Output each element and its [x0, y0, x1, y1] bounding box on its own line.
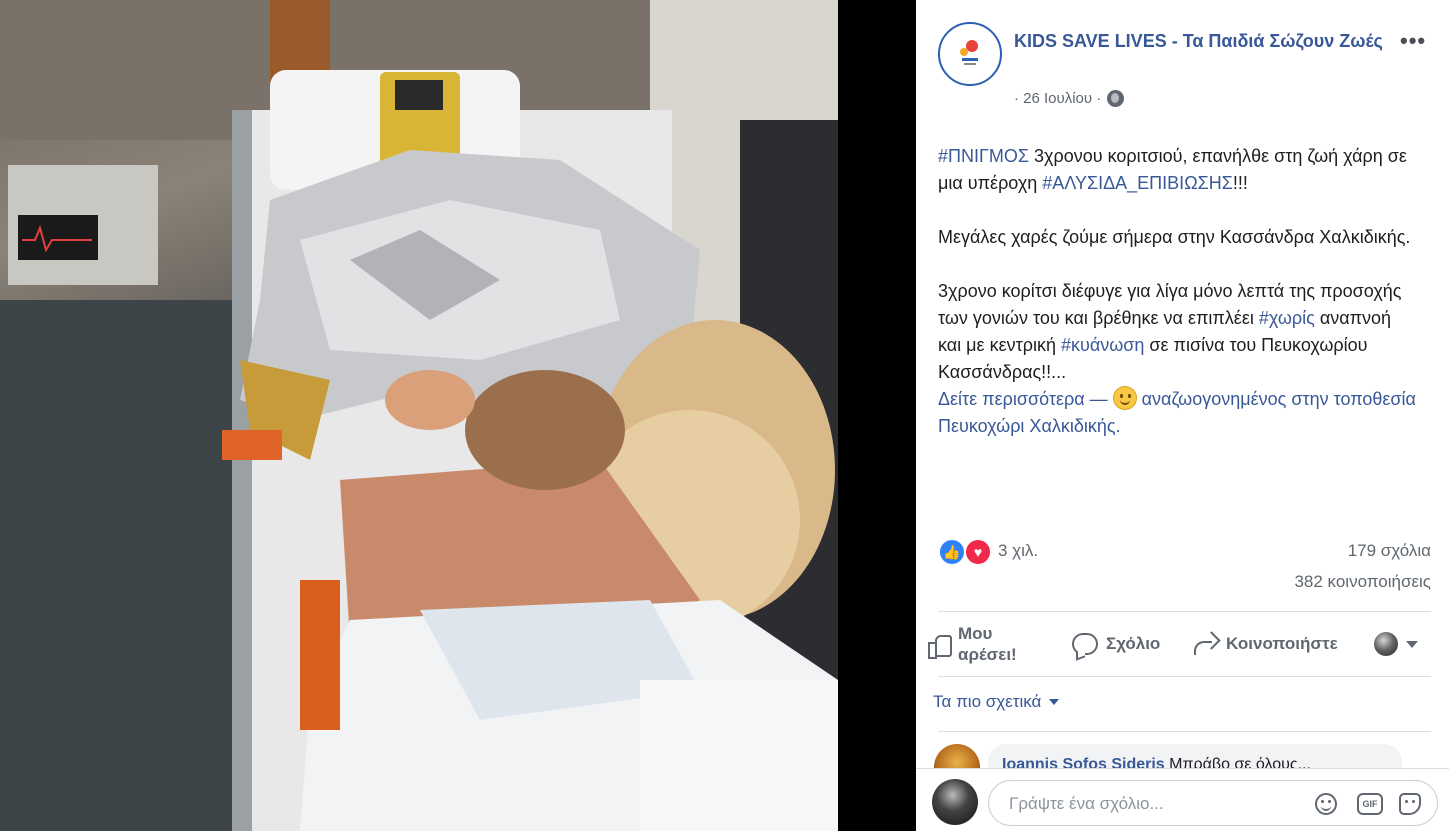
shares-count[interactable]: 382 κοινοποιήσεις — [1294, 572, 1431, 592]
globe-icon[interactable] — [1107, 90, 1125, 107]
hashtag-link[interactable]: #κυάνωση — [1061, 335, 1144, 355]
post-stats: 👍 ♥ 3 χιλ. 179 σχόλια 382 κοινοποιήσεις — [938, 536, 1431, 606]
post-paragraph-1: #ΠΝΙΓΜΟΣ 3χρονου κοριτσιού, επανήλθε στη… — [938, 143, 1418, 197]
photo-illustration — [0, 0, 838, 831]
reaction-as-selector[interactable] — [1374, 618, 1418, 670]
post-text: . — [1115, 416, 1121, 436]
caret-icon — [1049, 699, 1060, 705]
emoji-icon[interactable] — [1315, 793, 1337, 815]
sticker-icon[interactable] — [1399, 793, 1421, 815]
like-icon: 👍 — [938, 538, 966, 566]
caret-icon — [1406, 640, 1418, 648]
comment-composer: Γράψτε ένα σχόλιο... GIF — [916, 768, 1449, 831]
bubble-icon — [1072, 633, 1098, 655]
post-paragraph-2: Μεγάλες χαρές ζούμε σήμερα στην Κασσάνδρ… — [938, 227, 1411, 247]
reaction-count[interactable]: 3 χιλ. — [998, 541, 1038, 561]
post-actions: Μου αρέσει! Σχόλιο Κοινοποιήστε — [928, 618, 1438, 670]
like-button-label: Μου αρέσει! — [958, 624, 1017, 664]
post-header: KIDS SAVE LIVES - Τα Παιδιά Σώζουν Ζωές … — [938, 22, 1438, 122]
comment-placeholder: Γράψτε ένα σχόλιο... — [1009, 794, 1164, 813]
comments-count[interactable]: 179 σχόλια — [1348, 541, 1431, 561]
divider — [938, 731, 1431, 732]
post-body: #ΠΝΙΓΜΟΣ 3χρονου κοριτσιού, επανήλθε στη… — [938, 143, 1418, 467]
like-button[interactable]: Μου αρέσει! — [928, 618, 1038, 670]
hashtag-link[interactable]: #χωρίς — [1259, 308, 1315, 328]
share-icon — [1192, 633, 1218, 655]
comment-item: Ioannis Sofos Sideris Μπράβο σε όλους... — [934, 744, 1404, 768]
hashtag-link[interactable]: #ΠΝΙΓΜΟΣ — [938, 146, 1029, 166]
location-link[interactable]: Πευκοχώρι Χαλκιδικής — [938, 416, 1116, 436]
page-logo-icon — [950, 34, 990, 74]
avatar[interactable] — [934, 744, 980, 768]
share-button[interactable]: Κοινοποιήστε — [1192, 618, 1338, 670]
love-icon: ♥ — [964, 538, 992, 566]
comment-sort-dropdown[interactable]: Τα πιο σχετικά — [933, 692, 1060, 712]
comment-input[interactable]: Γράψτε ένα σχόλιο... GIF — [988, 780, 1438, 826]
hashtag-link[interactable]: #ΑΛΥΣΙΔΑ_ΕΠΙΒΙΩΣΗΣ — [1042, 173, 1233, 193]
post-meta: · 26 Ιουλίου · — [1014, 90, 1125, 107]
post-paragraph-3: 3χρονο κορίτσι διέφυγε για λίγα μόνο λεπ… — [938, 278, 1418, 440]
comment-author-link[interactable]: Ioannis Sofos Sideris — [1002, 756, 1165, 768]
more-icon[interactable]: ••• — [1400, 28, 1426, 54]
comment-text: Μπράβο σε όλους... — [1164, 756, 1311, 768]
see-more-link[interactable]: Δείτε περισσότερα — [938, 389, 1085, 409]
post-text: !!! — [1232, 173, 1248, 193]
smile-icon — [1112, 386, 1137, 410]
post-date[interactable]: · 26 Ιουλίου · — [1014, 90, 1101, 107]
comment-button[interactable]: Σχόλιο — [1072, 618, 1160, 670]
comment-bubble: Ioannis Sofos Sideris Μπράβο σε όλους... — [988, 744, 1402, 768]
feeling-text: αναζωογονημένος στην τοποθεσία — [1136, 389, 1416, 409]
reaction-icons[interactable]: 👍 ♥ — [938, 538, 994, 566]
post-panel: KIDS SAVE LIVES - Τα Παιδιά Σώζουν Ζωές … — [916, 0, 1449, 831]
avatar — [1374, 632, 1398, 656]
post-photo[interactable] — [0, 0, 838, 831]
thumb-icon — [928, 633, 952, 659]
share-button-label: Κοινοποιήστε — [1226, 634, 1338, 653]
dash: — — [1084, 389, 1113, 409]
gif-icon[interactable]: GIF — [1357, 793, 1383, 815]
photo-viewer — [0, 0, 916, 831]
page-avatar[interactable] — [938, 22, 1002, 86]
divider — [938, 611, 1431, 612]
avatar — [932, 779, 978, 825]
page-name-link[interactable]: KIDS SAVE LIVES - Τα Παιδιά Σώζουν Ζωές — [1014, 28, 1394, 54]
comment-button-label: Σχόλιο — [1106, 634, 1161, 653]
sort-label: Τα πιο σχετικά — [933, 692, 1042, 711]
divider — [938, 676, 1431, 677]
